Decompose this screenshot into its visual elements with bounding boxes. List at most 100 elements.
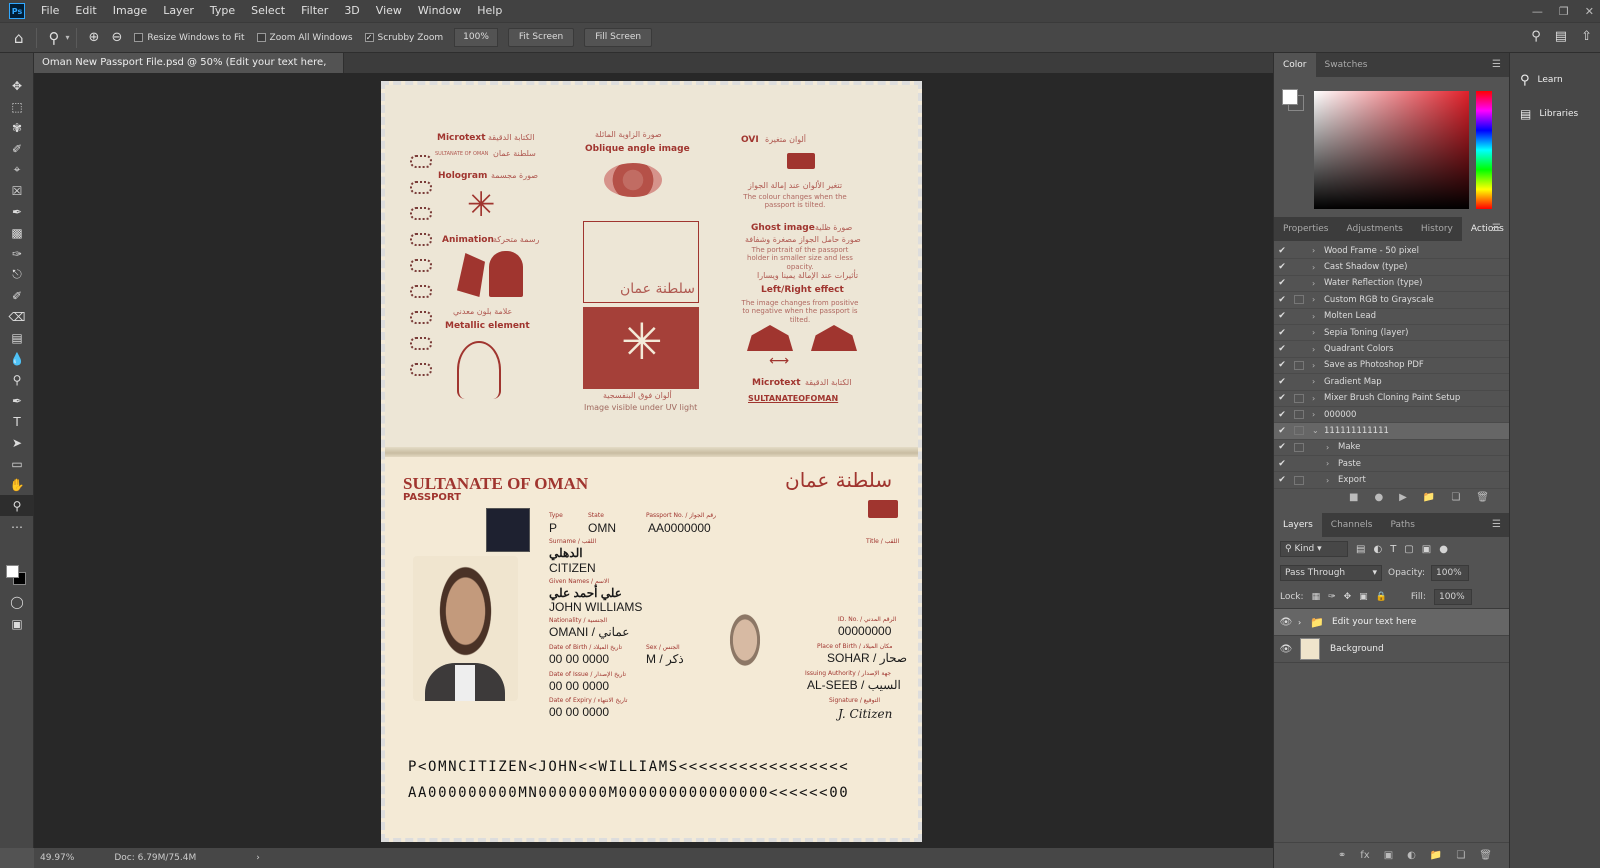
fill-screen-button[interactable]: Fill Screen — [584, 28, 653, 47]
panel-menu-icon[interactable]: ☰ — [1492, 223, 1501, 234]
color-field[interactable] — [1314, 91, 1469, 209]
brush-tool-icon[interactable]: ✑ — [0, 243, 34, 264]
menu-file[interactable]: File — [33, 0, 67, 22]
restore-icon[interactable]: ❐ — [1559, 5, 1569, 18]
chevron-right-icon[interactable]: › — [256, 853, 260, 863]
chevron-right-icon[interactable]: › — [1326, 443, 1338, 452]
type-tool-icon[interactable]: T — [0, 411, 34, 432]
chevron-right-icon[interactable]: › — [1312, 246, 1324, 255]
visibility-eye-icon[interactable]: 👁 — [1274, 617, 1298, 628]
action-item[interactable]: ✔ › Mixer Brush Cloning Paint Setup — [1274, 391, 1509, 407]
filter-shape-icon[interactable]: ▢ — [1404, 544, 1413, 555]
lock-transparent-icon[interactable]: ▦ — [1312, 592, 1321, 602]
stop-icon[interactable]: ■ — [1349, 492, 1358, 503]
lock-position-icon[interactable]: ✥ — [1344, 592, 1352, 602]
fx-icon[interactable]: fx — [1360, 850, 1369, 861]
chevron-right-icon[interactable]: › — [1312, 263, 1324, 272]
chevron-right-icon[interactable]: › — [1312, 361, 1324, 370]
action-item[interactable]: ✔ › Water Reflection (type) — [1274, 276, 1509, 293]
new-layer-icon[interactable]: ❏ — [1456, 850, 1465, 861]
menu-layer[interactable]: Layer — [155, 0, 202, 22]
adjustment-layer-icon[interactable]: ◐ — [1407, 850, 1416, 861]
checkmark-icon[interactable]: ✔ — [1274, 278, 1290, 288]
play-icon[interactable]: ▶ — [1399, 492, 1407, 503]
dialog-toggle-icon[interactable] — [1294, 312, 1304, 321]
chevron-right-icon[interactable]: › — [1312, 279, 1324, 288]
eyedropper-tool-icon[interactable]: ✒ — [0, 201, 34, 222]
crop-tool-icon[interactable]: ⌖ — [0, 159, 34, 180]
blur-tool-icon[interactable]: 💧 — [0, 348, 34, 369]
menu-type[interactable]: Type — [202, 0, 243, 22]
healing-brush-tool-icon[interactable]: ▩ — [0, 222, 34, 243]
quick-mask-icon[interactable]: ◯ — [0, 591, 34, 612]
checkmark-icon[interactable]: ✔ — [1274, 393, 1290, 403]
dialog-toggle-icon[interactable] — [1294, 295, 1304, 305]
chevron-right-icon[interactable]: › — [1312, 394, 1324, 403]
checkmark-icon[interactable]: ✔ — [1274, 344, 1290, 354]
foreground-color-swatch[interactable] — [6, 565, 19, 578]
document-tab[interactable]: Oman New Passport File.psd @ 50% (Edit y… — [34, 53, 344, 88]
dialog-toggle-icon[interactable] — [1294, 426, 1304, 436]
dialog-toggle-icon[interactable] — [1294, 345, 1304, 354]
chevron-right-icon[interactable]: › — [1326, 459, 1338, 468]
menu-edit[interactable]: Edit — [67, 0, 104, 22]
opacity-field[interactable]: 100% — [1431, 565, 1469, 581]
fg-color-chip[interactable] — [1282, 89, 1298, 105]
quick-select-tool-icon[interactable]: ✐ — [0, 138, 34, 159]
action-item[interactable]: ✔ › 000000 — [1274, 407, 1509, 424]
tab-paths[interactable]: Paths — [1381, 513, 1423, 537]
frame-tool-icon[interactable]: ☒ — [0, 180, 34, 201]
learn-button[interactable]: ⚲ Learn — [1510, 63, 1600, 97]
blend-mode-select[interactable]: Pass Through ▾ — [1280, 565, 1382, 581]
minimize-icon[interactable]: — — [1532, 5, 1543, 18]
checkmark-icon[interactable]: ✔ — [1274, 295, 1290, 305]
eraser-tool-icon[interactable]: ⌫ — [0, 306, 34, 327]
menu-3d[interactable]: 3D — [336, 0, 367, 22]
stamp-tool-icon[interactable]: ⎋ — [0, 264, 34, 285]
marquee-tool-icon[interactable]: ⬚ — [0, 96, 34, 117]
action-item[interactable]: ✔ › Quadrant Colors — [1274, 341, 1509, 358]
chevron-right-icon[interactable]: › — [1298, 618, 1310, 627]
record-icon[interactable]: ● — [1374, 492, 1383, 503]
fit-screen-button[interactable]: Fit Screen — [507, 28, 575, 47]
action-item[interactable]: ✔ › Save as Photoshop PDF — [1274, 358, 1509, 375]
close-icon[interactable]: ✕ — [1585, 5, 1594, 18]
tab-history[interactable]: History — [1412, 217, 1462, 241]
trash-icon[interactable]: 🗑 — [1476, 492, 1489, 503]
filter-smart-icon[interactable]: ▣ — [1422, 544, 1431, 555]
zoom-tool-icon[interactable]: ⚲ — [0, 495, 34, 516]
search-icon[interactable]: ⚲ — [1531, 29, 1541, 44]
dialog-toggle-icon[interactable] — [1294, 328, 1304, 337]
chevron-right-icon[interactable]: › — [1312, 312, 1324, 321]
hand-tool-icon[interactable]: ✋ — [0, 474, 34, 495]
tab-adjustments[interactable]: Adjustments — [1337, 217, 1411, 241]
dialog-toggle-icon[interactable] — [1294, 279, 1304, 288]
dialog-toggle-icon[interactable] — [1294, 475, 1304, 485]
menu-window[interactable]: Window — [410, 0, 469, 22]
filter-image-icon[interactable]: ▤ — [1356, 544, 1365, 555]
link-layers-icon[interactable]: ⚭ — [1338, 850, 1346, 861]
checkmark-icon[interactable]: ✔ — [1274, 475, 1290, 485]
menu-filter[interactable]: Filter — [293, 0, 336, 22]
more-tools-icon[interactable]: ⋯ — [0, 516, 34, 537]
tab-layers[interactable]: Layers — [1274, 513, 1322, 537]
tab-properties[interactable]: Properties — [1274, 217, 1337, 241]
checkmark-icon[interactable]: ✔ — [1274, 459, 1290, 469]
folder-icon[interactable]: 📁 — [1423, 492, 1435, 503]
dodge-tool-icon[interactable]: ⚲ — [0, 369, 34, 390]
resize-windows-checkbox[interactable]: Resize Windows to Fit — [134, 33, 245, 43]
chevron-right-icon[interactable]: › — [1312, 410, 1324, 419]
dialog-toggle-icon[interactable] — [1294, 246, 1304, 255]
checkmark-icon[interactable]: ✔ — [1274, 377, 1290, 387]
action-item[interactable]: ✔ › Gradient Map — [1274, 374, 1509, 391]
scrubby-zoom-checkbox[interactable]: ✓ Scrubby Zoom — [364, 33, 443, 43]
add-mask-icon[interactable]: ▣ — [1384, 850, 1393, 861]
zoom-all-windows-checkbox[interactable]: Zoom All Windows — [256, 33, 353, 43]
libraries-button[interactable]: ▤ Libraries — [1510, 97, 1600, 131]
fill-field[interactable]: 100% — [1433, 588, 1472, 605]
layer-row[interactable]: 👁 › 📁 Edit your text here — [1274, 609, 1509, 636]
dialog-toggle-icon[interactable] — [1294, 377, 1304, 386]
checkmark-icon[interactable]: ✔ — [1274, 360, 1290, 370]
tab-channels[interactable]: Channels — [1322, 513, 1382, 537]
dialog-toggle-icon[interactable] — [1294, 410, 1304, 420]
